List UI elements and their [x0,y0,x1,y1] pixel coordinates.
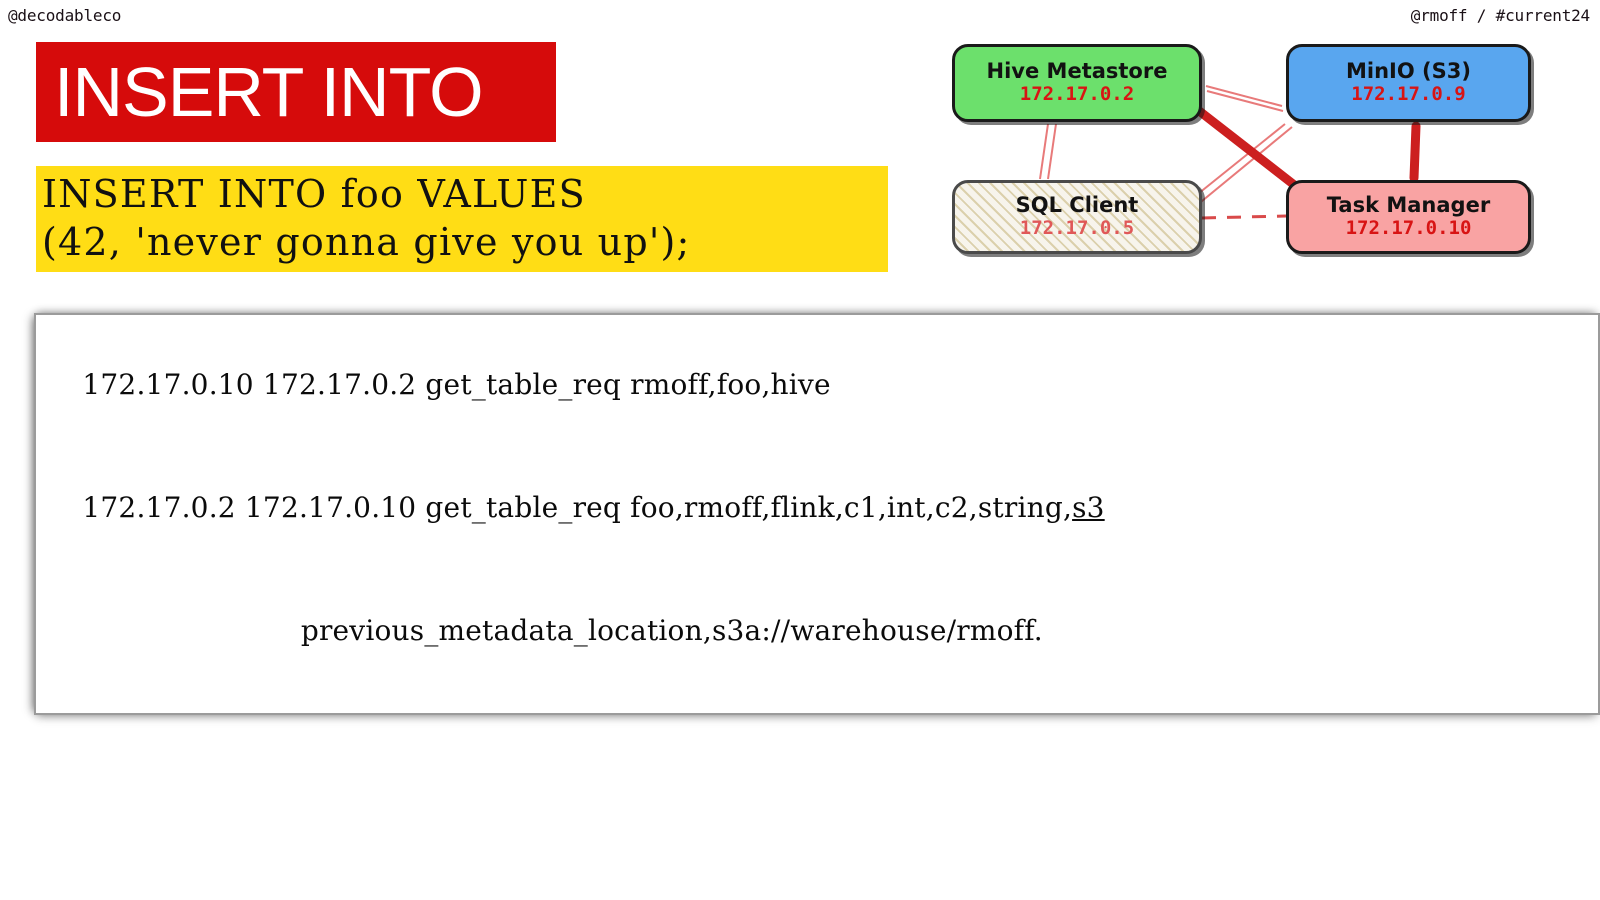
sql-code-block: INSERT INTO foo VALUES (42, 'never gonna… [36,166,888,272]
node-ip-address: 172.17.0.9 [1351,83,1466,106]
sql-code-line: INSERT INTO foo VALUES [42,172,586,216]
node-label: SQL Client [1015,193,1139,218]
node-ip-address: 172.17.0.5 [1019,217,1135,240]
log-line-text: 172.17.0.10 172.17.0.2 get_table_req rmo… [82,368,831,401]
architecture-diagram: Hive Metastore 172.17.0.2 MinIO (S3) 172… [930,28,1590,280]
node-ip-address: 172.17.0.10 [1345,217,1472,240]
log-line-underlined-tail: s3 [1072,491,1105,524]
page-title: INSERT INTO [54,53,484,131]
slide-title-banner: INSERT INTO [36,42,556,142]
log-line: previous_metadata_location,s3a://warehou… [46,569,1598,692]
edge-hive-minio [1205,85,1284,112]
edge-sqlclient-taskmanager [1201,214,1287,220]
log-line-text: previous_metadata_location,s3a://warehou… [82,614,1043,647]
diagram-node-minio-s3[interactable]: MinIO (S3) 172.17.0.9 [1286,44,1531,122]
presenter-handle-right: @rmoff / #current24 [1410,6,1590,25]
node-label: MinIO (S3) [1346,59,1471,84]
log-line: 172.17.0.2 172.17.0.10 get_table_req foo… [46,446,1598,569]
edge-hive-sqlclient [1039,123,1057,180]
diagram-node-hive-metastore[interactable]: Hive Metastore 172.17.0.2 [952,44,1202,122]
presenter-handle-left: @decodableco [8,6,122,25]
diagram-node-sql-client[interactable]: SQL Client 172.17.0.5 [952,180,1202,254]
log-line: 172.17.0.10 172.17.0.2 get_table_req rmo… [46,323,1598,446]
sql-code-line: (42, 'never gonna give you up'); [42,220,691,264]
log-line-text: 172.17.0.2 172.17.0.10 get_table_req foo… [82,491,1073,524]
edge-hive-taskmanager [1193,105,1307,196]
log-output-panel[interactable]: 172.17.0.10 172.17.0.2 get_table_req rmo… [34,313,1600,715]
log-line: current-schema,{"type":"struct","schema-… [46,692,1598,713]
node-label: Task Manager [1326,193,1491,218]
diagram-node-task-manager[interactable]: Task Manager 172.17.0.10 [1286,180,1531,254]
edge-minio-taskmanager [1409,121,1421,183]
node-ip-address: 172.17.0.2 [1019,83,1135,106]
node-label: Hive Metastore [986,59,1168,84]
